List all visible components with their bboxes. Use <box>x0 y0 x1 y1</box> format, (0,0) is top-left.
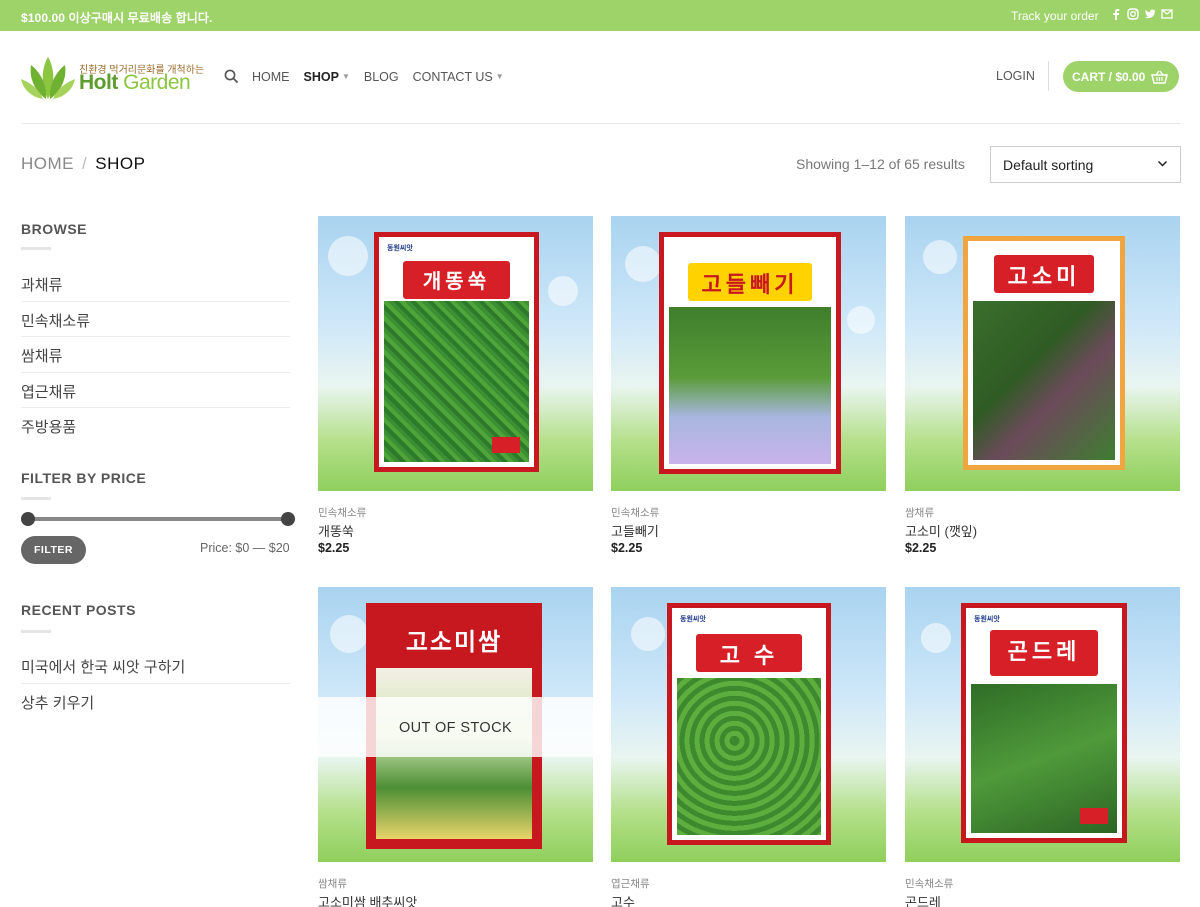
product-title[interactable]: 고수 <box>611 892 635 907</box>
product-image[interactable]: 고소미쌈 OUT OF STOCK <box>318 587 593 862</box>
nav-item-home[interactable]: HOME <box>252 70 290 84</box>
nav-item-contact[interactable]: CONTACT US ▼ <box>413 70 504 84</box>
price-slider[interactable] <box>21 512 295 526</box>
email-icon[interactable] <box>1161 8 1173 20</box>
cart-button[interactable]: CART / $0.00 <box>1063 61 1179 92</box>
price-min-handle[interactable] <box>21 512 35 526</box>
facebook-icon[interactable] <box>1110 8 1122 20</box>
filter-price-title: FILTER BY PRICE <box>21 470 147 486</box>
chevron-down-icon <box>1157 160 1168 167</box>
seed-photo <box>669 307 831 464</box>
track-order-link[interactable]: Track your order <box>1011 9 1099 23</box>
search-icon[interactable] <box>224 69 239 84</box>
product-category: 엽근채류 <box>611 878 650 890</box>
promo-text: $100.00 이상구매시 무료배송 합니다. <box>21 11 213 25</box>
product-category: 민속채소류 <box>611 507 660 519</box>
login-link[interactable]: LOGIN <box>996 69 1035 83</box>
packet-stamp <box>1080 808 1108 824</box>
category-item[interactable]: 주방용품 <box>21 408 290 444</box>
packet-title: 고들빼기 <box>688 263 812 301</box>
category-item[interactable]: 민속채소류 <box>21 302 290 337</box>
category-item[interactable]: 쌈채류 <box>21 337 290 373</box>
title-underline <box>21 247 51 250</box>
logo-name: Holt Garden <box>79 71 191 94</box>
product-category: 쌈채류 <box>905 507 934 519</box>
nav-item-shop[interactable]: SHOP ▼ <box>304 70 350 84</box>
brand-mark: 동원씨앗 <box>974 616 1000 623</box>
recent-posts-title: RECENT POSTS <box>21 602 136 618</box>
product-title[interactable]: 개똥쑥 <box>318 521 354 540</box>
price-max-handle[interactable] <box>281 512 295 526</box>
price-slider-track <box>27 517 289 521</box>
product-image[interactable]: 고소미 <box>905 216 1180 491</box>
product-category: 쌈채류 <box>318 878 347 890</box>
recent-post-link[interactable]: 미국에서 한국 씨앗 구하기 <box>21 648 290 684</box>
product-image[interactable]: 동원씨앗 곤드레 <box>905 587 1180 862</box>
price-range-label: Price: $0 — $20 <box>200 541 290 555</box>
title-underline <box>21 630 51 633</box>
nav-item-blog[interactable]: BLOG <box>364 70 399 84</box>
site-header: 친환경 먹거리문화를 개척하는 Holt Garden HOME SHOP ▼ B… <box>0 31 1200 124</box>
title-underline <box>21 497 51 500</box>
seed-photo <box>677 678 821 835</box>
breadcrumb-current: SHOP <box>95 154 146 173</box>
promo-bar: $100.00 이상구매시 무료배송 합니다. Track your order <box>0 0 1200 31</box>
category-list: 과채류 민속채소류 쌈채류 엽근채류 주방용품 <box>21 266 290 444</box>
product-image[interactable]: 동원씨앗 개똥쑥 <box>318 216 593 491</box>
header-divider <box>1048 61 1049 91</box>
packet-stamp <box>492 437 520 453</box>
packet-title: 고소미 <box>994 255 1094 293</box>
breadcrumb: HOME / SHOP <box>21 154 146 173</box>
product-price: $2.25 <box>318 541 350 555</box>
product-title[interactable]: 고소미 (깻잎) <box>905 521 977 540</box>
product-price: $2.25 <box>611 541 643 555</box>
product-category: 민속채소류 <box>318 507 367 519</box>
category-item[interactable]: 과채류 <box>21 266 290 302</box>
sort-select[interactable]: Default sorting <box>990 146 1181 183</box>
header-separator <box>21 123 1180 124</box>
category-item[interactable]: 엽근채류 <box>21 373 290 408</box>
sort-selected-value: Default sorting <box>1003 157 1094 173</box>
packet-title: 고 수 <box>696 634 802 672</box>
packet-title: 고소미쌈 <box>405 629 503 656</box>
brand-mark: 동원씨앗 <box>680 616 706 623</box>
product-category: 민속채소류 <box>905 878 954 890</box>
product-title[interactable]: 고들빼기 <box>611 521 659 540</box>
instagram-icon[interactable] <box>1127 8 1139 20</box>
leaf-logo-icon <box>21 57 75 99</box>
product-image[interactable]: 고들빼기 <box>611 216 886 491</box>
product-price: $2.25 <box>905 541 937 555</box>
browse-title: BROWSE <box>21 221 87 237</box>
filter-button[interactable]: FILTER <box>21 536 86 564</box>
main-nav: HOME SHOP ▼ BLOG CONTACT US ▼ <box>224 69 518 84</box>
packet-title: 개똥쑥 <box>403 261 510 299</box>
basket-icon <box>1151 70 1169 84</box>
brand-mark: 동원씨앗 <box>387 245 413 252</box>
social-links <box>1110 8 1173 20</box>
twitter-icon[interactable] <box>1144 8 1156 20</box>
recent-posts-list: 미국에서 한국 씨앗 구하기 상추 키우기 <box>21 648 290 720</box>
out-of-stock-badge: OUT OF STOCK <box>318 697 593 757</box>
result-count: Showing 1–12 of 65 results <box>796 156 965 172</box>
product-title[interactable]: 고소미쌈 배추씨앗 <box>318 892 417 907</box>
cart-label: CART / $0.00 <box>1072 69 1146 84</box>
packet-title: 곤드레 <box>990 630 1098 676</box>
breadcrumb-home[interactable]: HOME <box>21 154 74 173</box>
product-image[interactable]: 동원씨앗 고 수 <box>611 587 886 862</box>
seed-photo <box>973 301 1115 460</box>
chevron-down-icon: ▼ <box>341 72 350 81</box>
site-logo[interactable]: 친환경 먹거리문화를 개척하는 Holt Garden <box>21 55 204 101</box>
product-title[interactable]: 곤드레 <box>905 892 941 907</box>
recent-post-link[interactable]: 상추 키우기 <box>21 684 290 720</box>
chevron-down-icon: ▼ <box>495 72 504 81</box>
